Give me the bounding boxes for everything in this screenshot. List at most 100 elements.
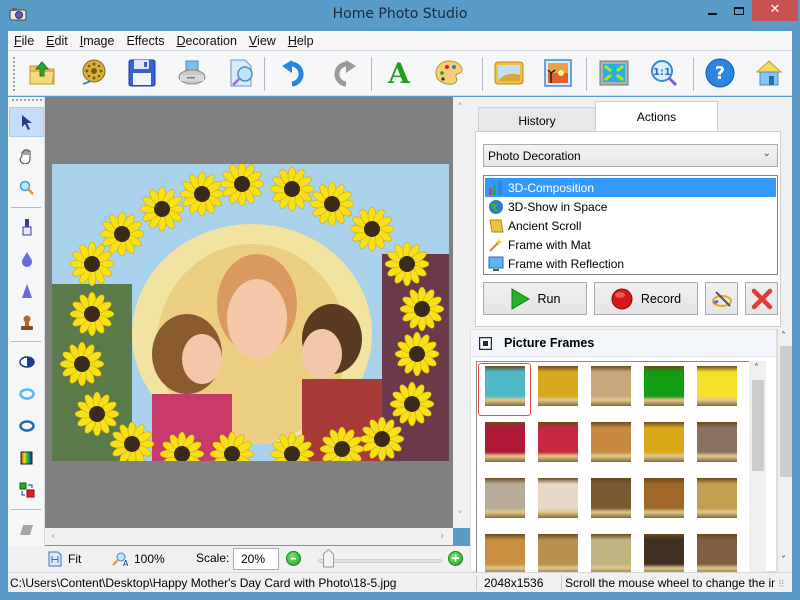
- lighten-tool[interactable]: [9, 379, 44, 409]
- edit-action-button[interactable]: [705, 282, 738, 315]
- frame-thumbnail[interactable]: [485, 366, 525, 406]
- photo-effects-button[interactable]: [541, 56, 575, 90]
- frame-thumbnail[interactable]: [644, 478, 684, 518]
- right-panel-scrollbar[interactable]: ˄ ˅: [777, 329, 792, 572]
- fit-button[interactable]: Fit: [48, 551, 81, 567]
- frame-thumbnail[interactable]: [644, 422, 684, 462]
- action-item[interactable]: 3D-Show in Space: [485, 197, 776, 216]
- menu-effects[interactable]: Effects: [126, 34, 164, 48]
- frame-button[interactable]: [492, 56, 526, 90]
- action-item[interactable]: Ancient Scroll: [485, 216, 776, 235]
- zoom-in-button[interactable]: +: [448, 551, 463, 566]
- maximize-button[interactable]: [726, 0, 752, 21]
- zoom-slider[interactable]: [318, 559, 442, 563]
- undo-button[interactable]: [278, 56, 312, 90]
- color-swap-tool[interactable]: [9, 475, 44, 505]
- text-button[interactable]: A: [382, 56, 416, 90]
- redo-button[interactable]: [326, 56, 360, 90]
- menu-image[interactable]: Image: [80, 34, 115, 48]
- frame-thumbnail[interactable]: [591, 534, 631, 573]
- canvas-vertical-scrollbar[interactable]: ˄ ˅: [453, 97, 470, 528]
- frames-grid-scrollbar[interactable]: ˄: [749, 361, 766, 573]
- scale-input[interactable]: 20%: [233, 548, 279, 570]
- tool-strip-grip[interactable]: [12, 99, 42, 101]
- scroll-up-icon[interactable]: ˄: [754, 363, 759, 374]
- monitor-icon: [488, 256, 504, 272]
- zoom-out-button[interactable]: –: [286, 551, 301, 566]
- close-button[interactable]: ✕: [752, 0, 798, 21]
- frame-thumbnail[interactable]: [538, 422, 578, 462]
- eraser-tool[interactable]: [9, 515, 44, 545]
- print-button[interactable]: [175, 56, 209, 90]
- scrollbar-thumb[interactable]: [752, 380, 764, 471]
- menu-edit[interactable]: Edit: [46, 34, 68, 48]
- open-button[interactable]: [25, 56, 59, 90]
- magic-wand-icon: [488, 237, 504, 253]
- frame-thumbnail[interactable]: [697, 422, 737, 462]
- frame-thumbnail[interactable]: [697, 478, 737, 518]
- fit-screen-button[interactable]: [597, 56, 631, 90]
- clone-stamp-tool[interactable]: [9, 308, 44, 338]
- frame-thumbnail[interactable]: [538, 478, 578, 518]
- frame-thumbnail[interactable]: [591, 366, 631, 406]
- scroll-left-icon[interactable]: ‹: [51, 529, 55, 542]
- palette-button[interactable]: [432, 56, 466, 90]
- frame-thumbnail[interactable]: [485, 422, 525, 462]
- action-item[interactable]: 3D-Composition: [485, 178, 776, 197]
- help-button[interactable]: ?: [703, 56, 737, 90]
- contrast-tool[interactable]: [9, 347, 44, 377]
- menu-decoration[interactable]: Decoration: [176, 34, 236, 48]
- contrast-icon: [18, 356, 35, 368]
- frame-thumbnail[interactable]: [644, 534, 684, 573]
- brush-tool[interactable]: [9, 212, 44, 242]
- darken-tool[interactable]: [9, 411, 44, 441]
- toolbar-grip[interactable]: [13, 57, 15, 91]
- resize-grip-icon[interactable]: ⠿: [778, 579, 785, 590]
- action-item[interactable]: Frame with Reflection: [485, 254, 776, 273]
- frame-thumbnail[interactable]: [591, 478, 631, 518]
- scroll-right-icon[interactable]: ›: [440, 529, 444, 542]
- frame-thumbnail[interactable]: [697, 534, 737, 573]
- zoom-slider-thumb[interactable]: [322, 549, 334, 568]
- minimize-button[interactable]: [700, 0, 726, 21]
- chart-bars-icon: [488, 180, 504, 196]
- scroll-down-icon[interactable]: ˅: [457, 509, 463, 522]
- hand-tool[interactable]: [9, 141, 44, 171]
- frame-thumbnail[interactable]: [485, 534, 525, 573]
- actual-size-zoom-button[interactable]: A 100%: [112, 551, 165, 567]
- frame-thumbnail[interactable]: [697, 366, 737, 406]
- tab-history[interactable]: History: [478, 107, 596, 132]
- blur-tool[interactable]: [9, 244, 44, 274]
- canvas-horizontal-scrollbar[interactable]: ‹ ›: [45, 528, 453, 545]
- ring-light-icon: [18, 388, 35, 400]
- scrollbar-thumb[interactable]: [780, 346, 792, 477]
- menu-help[interactable]: Help: [288, 34, 314, 48]
- print-preview-button[interactable]: [225, 56, 259, 90]
- frame-thumbnail[interactable]: [538, 534, 578, 573]
- record-button[interactable]: Record: [594, 282, 698, 315]
- action-item[interactable]: Frame with Mat: [485, 235, 776, 254]
- pointer-tool[interactable]: [9, 107, 44, 137]
- frame-thumbnail[interactable]: [538, 366, 578, 406]
- tab-actions[interactable]: Actions: [595, 101, 718, 132]
- menu-view[interactable]: View: [249, 34, 276, 48]
- menu-file[interactable]: File: [14, 34, 34, 48]
- actual-size-button[interactable]: 1:1: [647, 56, 681, 90]
- scroll-down-icon[interactable]: ˅: [781, 555, 786, 566]
- save-button[interactable]: [125, 56, 159, 90]
- sharpen-tool[interactable]: [9, 276, 44, 306]
- action-category-dropdown[interactable]: Photo Decoration ⌄: [483, 144, 778, 167]
- film-button[interactable]: [75, 56, 109, 90]
- photo-preview[interactable]: [52, 164, 449, 461]
- frame-thumbnail[interactable]: [485, 478, 525, 518]
- zoom-tool[interactable]: [9, 173, 44, 203]
- scroll-up-icon[interactable]: ˄: [457, 101, 463, 114]
- hand-icon: [18, 149, 30, 164]
- scroll-up-icon[interactable]: ˄: [781, 331, 786, 342]
- home-button[interactable]: [752, 56, 786, 90]
- run-button[interactable]: Run: [483, 282, 587, 315]
- frame-thumbnail[interactable]: [644, 366, 684, 406]
- delete-action-button[interactable]: [745, 282, 778, 315]
- color-balance-tool[interactable]: [9, 443, 44, 473]
- frame-thumbnail[interactable]: [591, 422, 631, 462]
